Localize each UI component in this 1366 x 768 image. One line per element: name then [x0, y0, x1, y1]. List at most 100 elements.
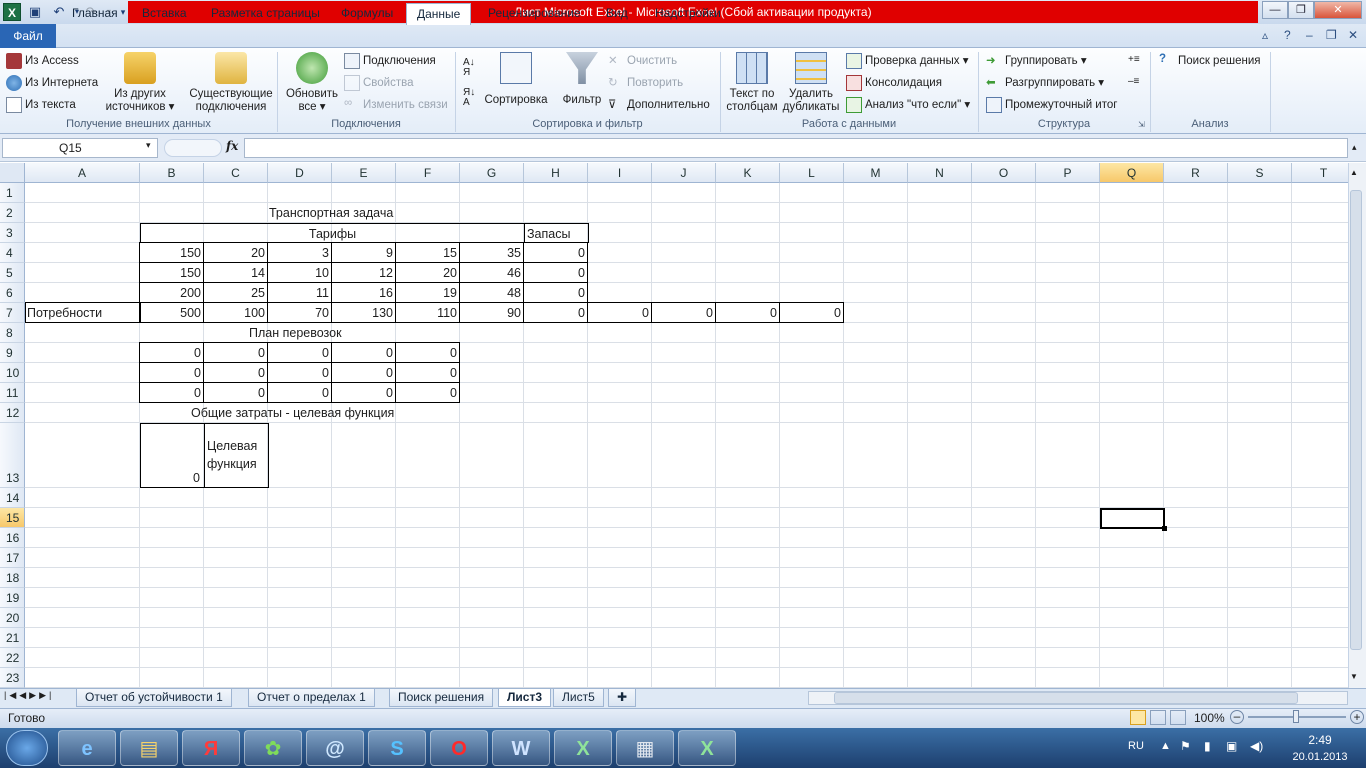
insert-function-icon[interactable]: fx: [226, 139, 238, 153]
cell-target-box[interactable]: Целевая функция: [204, 423, 269, 488]
cell-g4[interactable]: 35: [459, 242, 524, 263]
tab-view[interactable]: Вид: [596, 3, 638, 24]
minimize-ribbon-icon[interactable]: ▵: [1262, 28, 1268, 42]
cell-f10[interactable]: 0: [395, 362, 460, 383]
cell-f7[interactable]: 110: [395, 302, 460, 323]
cell-g5[interactable]: 46: [459, 262, 524, 283]
row-header-22[interactable]: 22: [0, 648, 25, 668]
column-header-o[interactable]: O: [972, 163, 1036, 183]
sort-za-icon[interactable]: Я↓ А: [463, 88, 481, 110]
minimize-icon[interactable]: —: [1262, 1, 1288, 19]
cell-h4[interactable]: 0: [523, 242, 588, 263]
column-header-m[interactable]: M: [844, 163, 908, 183]
cell-h6[interactable]: 0: [523, 282, 588, 303]
cell-i7[interactable]: 0: [587, 302, 652, 323]
tab-file[interactable]: Файл: [0, 24, 56, 48]
tab-addins[interactable]: Надстройки: [645, 3, 731, 24]
cell-e11[interactable]: 0: [331, 382, 396, 403]
cell-d6[interactable]: 11: [267, 282, 332, 303]
remove-duplicates-button[interactable]: Удалить дубликаты: [782, 52, 840, 116]
cell-e6[interactable]: 16: [331, 282, 396, 303]
tray-arrow-icon[interactable]: ▲: [1160, 740, 1171, 752]
consolidate-button[interactable]: Консолидация: [846, 75, 942, 91]
cell-b5[interactable]: 150: [139, 262, 204, 283]
what-if-button[interactable]: Анализ "что если" ▾: [846, 97, 970, 113]
row-header-10[interactable]: 10: [0, 363, 25, 383]
active-cell-selection[interactable]: [1100, 508, 1165, 529]
row-header-11[interactable]: 11: [0, 383, 25, 403]
column-header-h[interactable]: H: [524, 163, 588, 183]
cell-d10[interactable]: 0: [267, 362, 332, 383]
name-box[interactable]: Q15: [2, 138, 158, 158]
existing-connections-button[interactable]: Существующие подключения: [189, 52, 273, 116]
cell-e4[interactable]: 9: [331, 242, 396, 263]
scroll-down-icon[interactable]: ▼: [1350, 672, 1358, 681]
sort-button[interactable]: Сортировка: [484, 52, 548, 116]
skype-icon[interactable]: S: [368, 730, 426, 766]
cell-b4[interactable]: 150: [139, 242, 204, 263]
zoom-out-icon[interactable]: –: [1230, 710, 1244, 724]
select-all-corner[interactable]: [0, 163, 25, 183]
sheet-tab-list5[interactable]: Лист5: [553, 689, 604, 707]
internet-explorer-icon[interactable]: e: [58, 730, 116, 766]
column-header-d[interactable]: D: [268, 163, 332, 183]
solver-button[interactable]: ? Поиск решения: [1159, 53, 1260, 69]
cell-e9[interactable]: 0: [331, 342, 396, 363]
explorer-folder-icon[interactable]: ▤: [120, 730, 178, 766]
edit-links-button[interactable]: ∞ Изменить связи: [344, 97, 448, 113]
column-header-f[interactable]: F: [396, 163, 460, 183]
column-header-c[interactable]: C: [204, 163, 268, 183]
clock-date[interactable]: 20.01.2013: [1288, 751, 1352, 763]
row-header-2[interactable]: 2: [0, 203, 25, 223]
word-icon[interactable]: W: [492, 730, 550, 766]
scroll-up-icon[interactable]: ▲: [1350, 168, 1358, 177]
cell-j7[interactable]: 0: [651, 302, 716, 323]
flag-icon[interactable]: ⚑: [1180, 739, 1191, 753]
text-to-columns-button[interactable]: Текст по столбцам: [724, 52, 780, 116]
sheet-nav-icons[interactable]: |◀◀▶▶|: [4, 690, 54, 701]
cell-c9[interactable]: 0: [203, 342, 268, 363]
ungroup-button[interactable]: ⬅ Разгруппировать ▾: [986, 75, 1104, 91]
row-header-12[interactable]: 12: [0, 403, 25, 423]
row-header-13[interactable]: 13: [0, 423, 25, 488]
cell-supplies[interactable]: Запасы: [524, 223, 589, 243]
excel-logo-icon[interactable]: X: [3, 3, 21, 21]
group-button[interactable]: ➜ Группировать ▾: [986, 53, 1087, 69]
cell-total[interactable]: Общие затраты - целевая функция: [191, 403, 394, 423]
start-button-icon[interactable]: [6, 730, 48, 766]
cell-g6[interactable]: 48: [459, 282, 524, 303]
normal-view-icon[interactable]: [1130, 710, 1146, 725]
subtotal-button[interactable]: Промежуточный итог: [986, 97, 1117, 113]
language-indicator[interactable]: RU: [1128, 740, 1144, 752]
row-header-21[interactable]: 21: [0, 628, 25, 648]
restore-icon[interactable]: ❐: [1288, 1, 1314, 19]
cell-d9[interactable]: 0: [267, 342, 332, 363]
cell-e7[interactable]: 130: [331, 302, 396, 323]
sheet-tab-sensitivity[interactable]: Отчет об устойчивости 1: [76, 689, 232, 707]
tab-review[interactable]: Рецензирование: [478, 3, 591, 24]
horizontal-scroll-thumb[interactable]: [834, 692, 1298, 704]
row-header-15[interactable]: 15: [0, 508, 25, 528]
cell-c7[interactable]: 100: [203, 302, 268, 323]
close-icon[interactable]: ✕: [1314, 1, 1362, 19]
advanced-filter-button[interactable]: ⊽ Дополнительно: [608, 97, 710, 113]
page-layout-view-icon[interactable]: [1150, 710, 1166, 725]
vertical-scroll-thumb[interactable]: [1350, 190, 1362, 650]
column-header-p[interactable]: P: [1036, 163, 1100, 183]
fill-handle[interactable]: [1162, 526, 1167, 531]
row-header-20[interactable]: 20: [0, 608, 25, 628]
excel-taskbar-icon-2[interactable]: X: [678, 730, 736, 766]
reapply-button[interactable]: ↻ Повторить: [608, 75, 683, 91]
cell-b7[interactable]: 500: [139, 302, 204, 323]
page-break-view-icon[interactable]: [1170, 710, 1186, 725]
cell-plan[interactable]: План перевозок: [249, 323, 342, 343]
cell-f5[interactable]: 20: [395, 262, 460, 283]
doc-restore-icon[interactable]: ❐: [1326, 28, 1337, 42]
expand-formula-icon[interactable]: ▴: [1352, 142, 1357, 153]
column-header-l[interactable]: L: [780, 163, 844, 183]
opera-icon[interactable]: O: [430, 730, 488, 766]
cell-d5[interactable]: 10: [267, 262, 332, 283]
connections-button[interactable]: Подключения: [344, 53, 436, 69]
show-detail-icon[interactable]: +≡: [1128, 54, 1144, 70]
from-other-sources-button[interactable]: Из других источников ▾: [105, 52, 175, 116]
